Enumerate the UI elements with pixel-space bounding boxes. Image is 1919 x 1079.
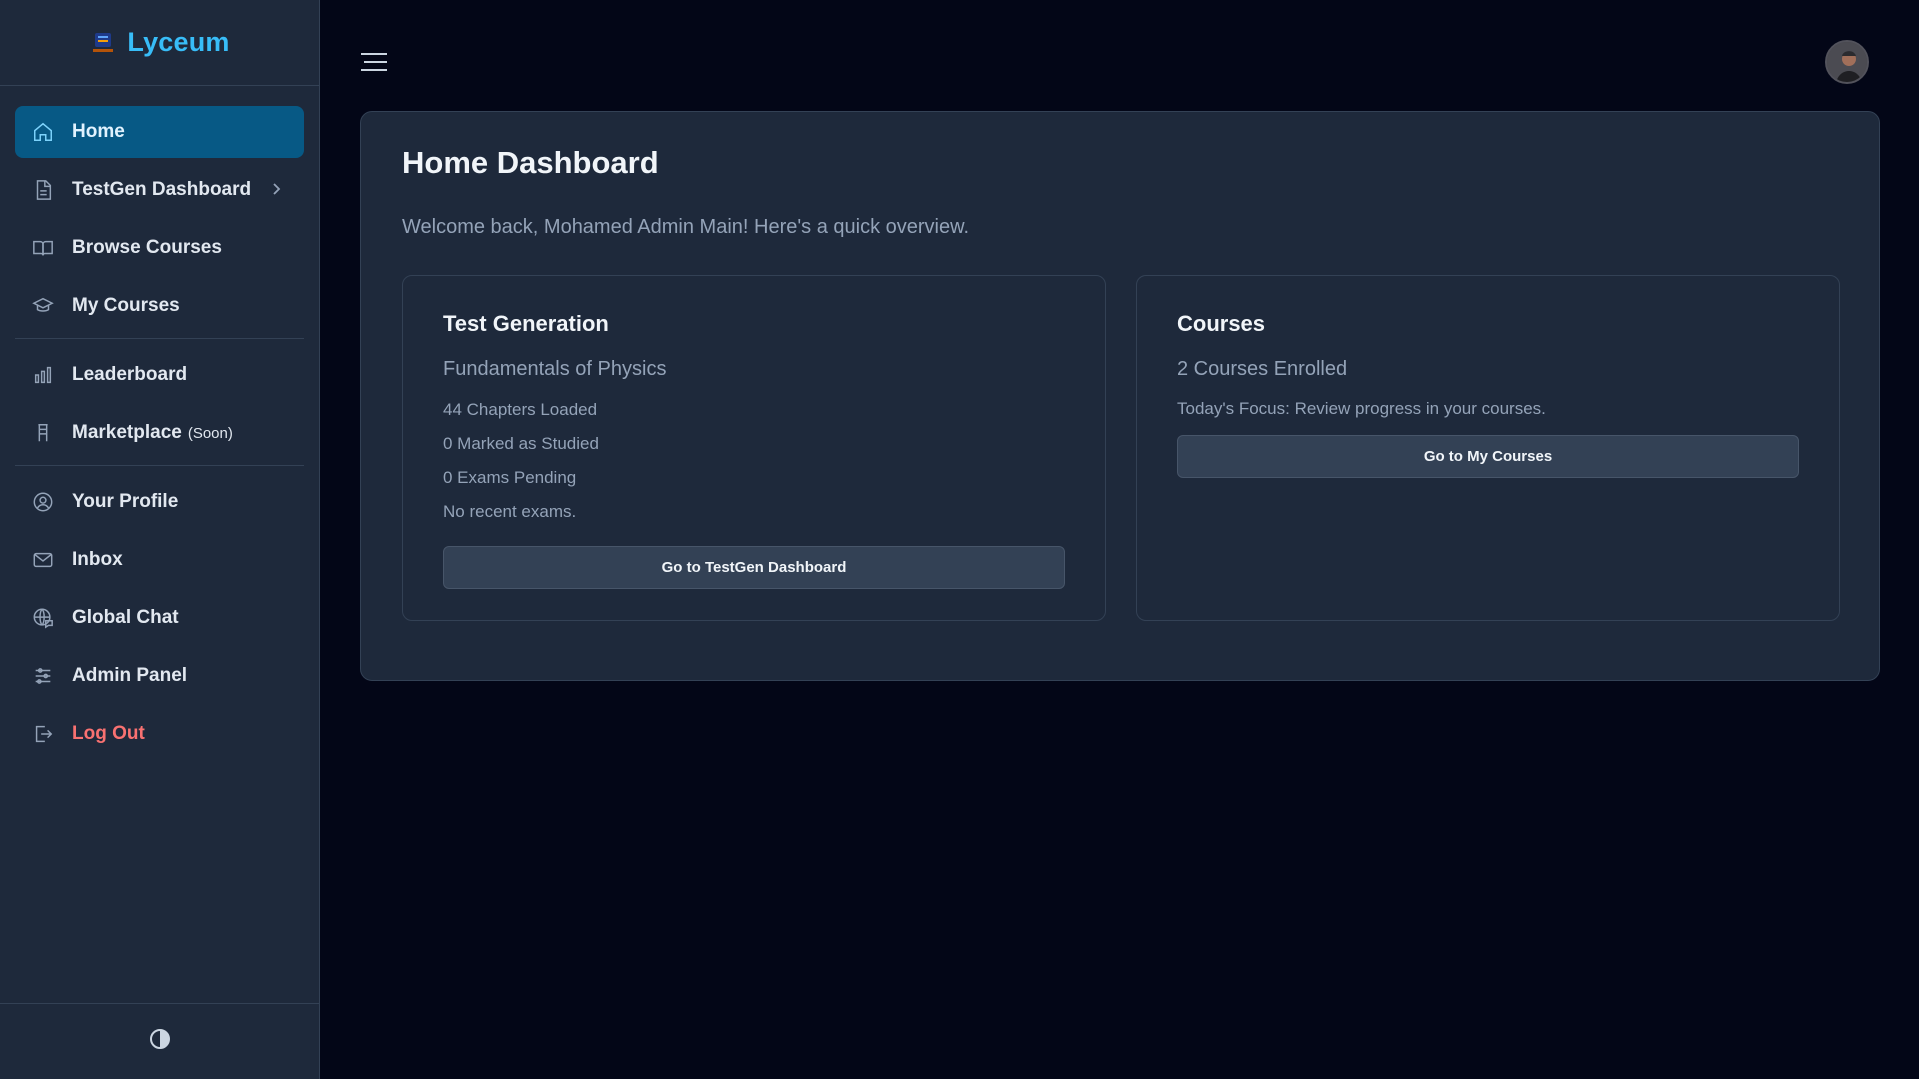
sidebar-item-global-chat[interactable]: Global Chat: [15, 592, 304, 644]
sidebar-item-label: My Courses: [72, 295, 180, 316]
sidebar-item-testgen-dashboard[interactable]: TestGen Dashboard: [15, 164, 304, 216]
exams-pending-text: 0 Exams Pending: [443, 468, 577, 487]
sidebar-item-label: Browse Courses: [72, 237, 222, 258]
sidebar-item-marketplace[interactable]: Marketplace (Soon): [15, 407, 304, 459]
sidebar-item-label: Admin Panel: [72, 665, 188, 686]
sidebar-item-log-out[interactable]: Log Out: [15, 708, 304, 760]
graduation-cap-icon: [32, 295, 54, 317]
theme-toggle-icon[interactable]: [148, 1027, 172, 1056]
welcome-message: Welcome back, Mohamed Admin Main! Here's…: [402, 216, 970, 238]
globe-chat-icon: [32, 607, 54, 629]
card-title: Test Generation: [443, 311, 609, 336]
card-subtitle: 2 Courses Enrolled: [1177, 358, 1348, 380]
todays-focus-text: Today's Focus: Review progress in your c…: [1177, 399, 1546, 418]
card-title: Courses: [1177, 311, 1266, 336]
sidebar-item-home[interactable]: Home: [15, 106, 304, 158]
sidebar-item-leaderboard[interactable]: Leaderboard: [15, 349, 304, 401]
home-dashboard-panel: Home Dashboard Welcome back, Mohamed Adm…: [360, 111, 1880, 681]
go-to-my-courses-button[interactable]: Go to My Courses: [1177, 435, 1799, 478]
test-generation-card: Test Generation Fundamentals of Physics …: [402, 275, 1106, 621]
sidebar-item-your-profile[interactable]: Your Profile: [15, 476, 304, 528]
sidebar-item-label: Log Out: [72, 723, 145, 744]
sidebar-item-label: Your Profile: [72, 491, 179, 512]
courses-card: Courses 2 Courses Enrolled Today's Focus…: [1136, 275, 1840, 621]
lyceum-logo-icon: [89, 29, 117, 57]
user-avatar[interactable]: [1825, 40, 1869, 84]
sidebar-item-label: Leaderboard: [72, 364, 188, 385]
document-icon: [32, 179, 54, 201]
sidebar: Lyceum Home TestGen Dashboard Browse Cou…: [0, 0, 320, 1079]
sidebar-nav: Home TestGen Dashboard Browse Courses My…: [0, 86, 319, 760]
home-icon: [32, 121, 54, 143]
store-icon: [32, 422, 54, 444]
brand-name: Lyceum: [127, 27, 230, 57]
go-to-testgen-dashboard-button[interactable]: Go to TestGen Dashboard: [443, 546, 1065, 589]
sidebar-item-label: Marketplace: [72, 422, 182, 443]
card-subtitle: Fundamentals of Physics: [443, 358, 667, 380]
sidebar-divider: [15, 465, 304, 466]
sliders-icon: [32, 665, 54, 687]
chevron-right-icon[interactable]: [268, 181, 284, 203]
mail-icon: [32, 549, 54, 571]
sidebar-item-my-courses[interactable]: My Courses: [15, 280, 304, 332]
soon-badge: (Soon): [187, 424, 233, 442]
sidebar-footer: [0, 1003, 320, 1079]
sidebar-divider: [15, 338, 304, 339]
page-title: Home Dashboard: [402, 145, 659, 180]
user-circle-icon: [32, 491, 54, 513]
sidebar-item-inbox[interactable]: Inbox: [15, 534, 304, 586]
sidebar-item-label: Home: [72, 121, 125, 142]
chapters-loaded-text: 44 Chapters Loaded: [443, 400, 598, 419]
sidebar-item-admin-panel[interactable]: Admin Panel: [15, 650, 304, 702]
sidebar-item-label: Inbox: [72, 549, 123, 570]
logout-icon: [32, 723, 54, 745]
marked-studied-text: 0 Marked as Studied: [443, 434, 599, 453]
book-open-icon: [32, 237, 54, 259]
sidebar-item-label: TestGen Dashboard: [72, 179, 252, 200]
bar-chart-icon: [32, 364, 54, 386]
sidebar-item-label: Global Chat: [72, 607, 179, 628]
recent-exams-text: No recent exams.: [443, 502, 577, 521]
sidebar-item-browse-courses[interactable]: Browse Courses: [15, 222, 304, 274]
brand[interactable]: Lyceum: [0, 0, 319, 86]
hamburger-menu-icon[interactable]: [360, 50, 388, 74]
